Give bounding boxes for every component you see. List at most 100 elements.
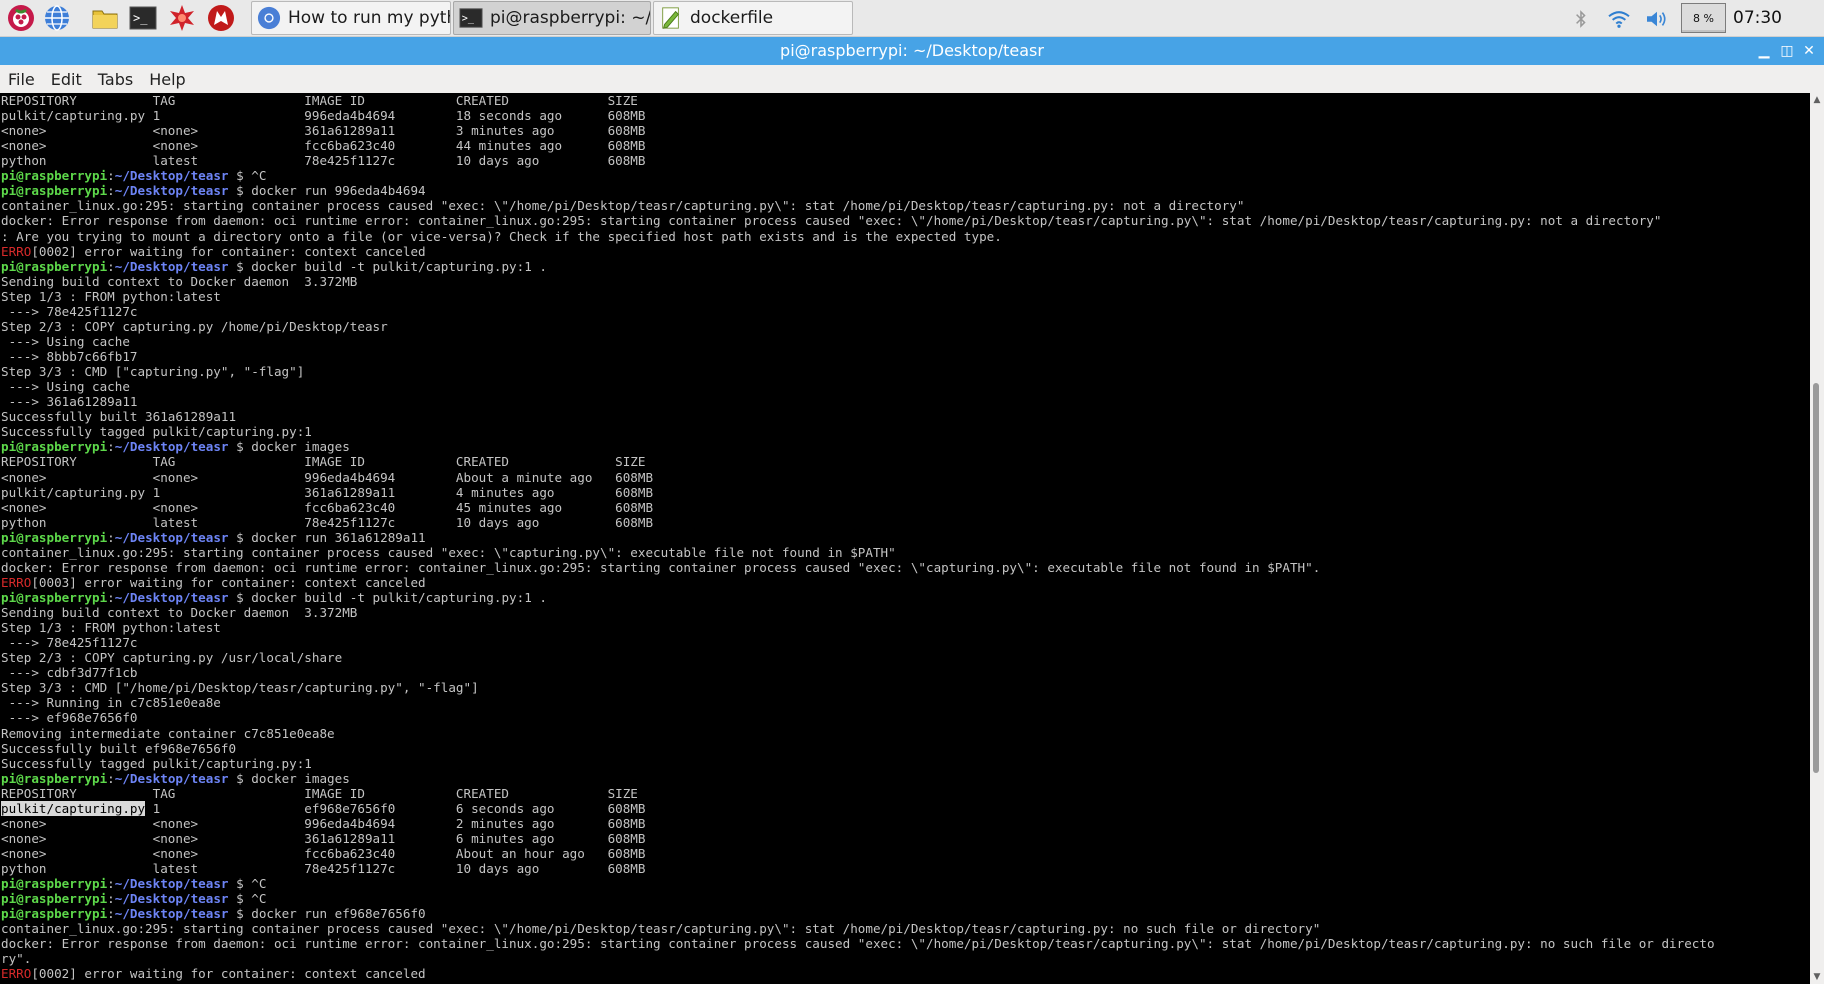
- output-line: Step 3/3 : CMD ["/home/pi/Desktop/teasr/…: [1, 680, 479, 696]
- taskbar-item-terminal[interactable]: >_ pi@raspberrypi: ~/De...: [453, 1, 651, 35]
- minimize-button[interactable]: ▁: [1752, 37, 1776, 65]
- prompt-path: ~/Desktop/teasr: [114, 183, 229, 199]
- prompt-user: pi@raspberrypi: [1, 168, 108, 184]
- maximize-button[interactable]: ◫: [1775, 37, 1799, 65]
- prompt-path: ~/Desktop/teasr: [114, 589, 229, 605]
- prompt-path: ~/Desktop/teasr: [114, 891, 229, 907]
- cpu-usage-text: 8 %: [1693, 12, 1714, 25]
- output-line: docker: Error response from daemon: oci …: [1, 936, 1715, 952]
- prompt-user: pi@raspberrypi: [1, 906, 108, 922]
- vertical-scrollbar[interactable]: ▲ ▼: [1810, 93, 1824, 984]
- prompt-separator: :: [107, 770, 115, 786]
- menu-file[interactable]: File: [8, 70, 35, 89]
- svg-text:>_: >_: [133, 11, 148, 25]
- output-line: <none> <none> 996eda4b4694 2 minutes ago…: [1, 815, 646, 831]
- taskbar-item-label: pi@raspberrypi: ~/De...: [490, 8, 650, 28]
- cpu-usage-bar: [1682, 29, 1725, 32]
- menu-edit[interactable]: Edit: [51, 70, 82, 89]
- taskbar-item-editor[interactable]: dockerfile: [653, 1, 853, 35]
- prompt-separator: :: [107, 589, 115, 605]
- output-line: python latest 78e425f1127c 10 days ago 6…: [1, 861, 646, 877]
- prompt-user: pi@raspberrypi: [1, 770, 108, 786]
- prompt-separator: :: [107, 529, 115, 545]
- prompt-symbol: $: [228, 183, 252, 199]
- output-line: Step 1/3 : FROM python:latest: [1, 620, 221, 636]
- output-line: container_linux.go:295: starting contain…: [1, 921, 1321, 937]
- bluetooth-icon[interactable]: [1570, 0, 1592, 37]
- prompt-path: ~/Desktop/teasr: [114, 770, 229, 786]
- scrollbar-thumb[interactable]: [1813, 383, 1819, 773]
- output-line: REPOSITORY TAG IMAGE ID CREATED SIZE: [1, 93, 638, 108]
- output-line: python latest 78e425f1127c 10 days ago 6…: [1, 514, 654, 530]
- output-line: ---> ef968e7656f0: [1, 710, 138, 726]
- prompt-line: pi@raspberrypi:~/Desktop/teasr $ docker …: [1, 439, 350, 454]
- output-line: Sending build context to Docker daemon 3…: [1, 605, 358, 621]
- math-kernel-icon[interactable]: [167, 3, 197, 33]
- error-tag: ERRO: [1, 966, 32, 982]
- prompt-separator: :: [107, 168, 115, 184]
- prompt-line: pi@raspberrypi:~/Desktop/teasr $ ^C: [1, 876, 266, 891]
- terminal-icon[interactable]: >_: [128, 3, 158, 33]
- scroll-up-icon[interactable]: ▲: [1810, 93, 1824, 107]
- prompt-line: pi@raspberrypi:~/Desktop/teasr $ ^C: [1, 891, 266, 906]
- output-line: container_linux.go:295: starting contain…: [1, 544, 896, 560]
- prompt-symbol: $: [228, 258, 252, 274]
- output-line: pulkit/capturing.py 1 996eda4b4694 18 se…: [1, 108, 646, 124]
- taskbar-item-browser[interactable]: How to run my pytho...: [251, 1, 451, 35]
- error-text: [0002] error waiting for container: cont…: [31, 966, 426, 982]
- output-line: ---> 78e425f1127c: [1, 635, 138, 651]
- output-line: ---> Using cache: [1, 333, 130, 349]
- wolfram-icon[interactable]: [206, 3, 236, 33]
- prompt-user: pi@raspberrypi: [1, 891, 108, 907]
- output-line: Successfully tagged pulkit/capturing.py:…: [1, 755, 312, 771]
- prompt-separator: :: [107, 183, 115, 199]
- output-line: python latest 78e425f1127c 10 days ago 6…: [1, 153, 646, 169]
- window-titlebar[interactable]: pi@raspberrypi: ~/Desktop/teasr ▁ ◫ ✕: [0, 37, 1824, 65]
- text-editor-icon: [658, 5, 684, 31]
- output-line: <none> <none> 361a61289a11 6 minutes ago…: [1, 830, 646, 846]
- prompt-line: pi@raspberrypi:~/Desktop/teasr $ docker …: [1, 530, 426, 545]
- output-line: pulkit/capturing.py 1 361a61289a11 4 min…: [1, 484, 654, 500]
- file-manager-icon[interactable]: [90, 3, 120, 33]
- web-browser-icon[interactable]: [42, 3, 72, 33]
- close-button[interactable]: ✕: [1797, 37, 1821, 65]
- volume-icon[interactable]: [1642, 0, 1672, 37]
- prompt-line: pi@raspberrypi:~/Desktop/teasr $ docker …: [1, 259, 547, 274]
- error-line: ERRO[0002] error waiting for container: …: [1, 966, 426, 981]
- prompt-path: ~/Desktop/teasr: [114, 258, 229, 274]
- selected-text: pulkit/capturing.py: [1, 800, 146, 816]
- output-line: ry".: [1, 951, 32, 967]
- menu-tabs[interactable]: Tabs: [98, 70, 133, 89]
- prompt-symbol: $: [228, 891, 252, 907]
- wifi-icon[interactable]: [1605, 0, 1633, 37]
- output-line: ---> Using cache: [1, 379, 130, 395]
- prompt-symbol: $: [228, 906, 252, 922]
- prompt-line: pi@raspberrypi:~/Desktop/teasr $ ^C: [1, 168, 266, 183]
- prompt-line: pi@raspberrypi:~/Desktop/teasr $ docker …: [1, 590, 547, 605]
- cpu-monitor[interactable]: 8 %: [1681, 3, 1726, 33]
- prompt-separator: :: [107, 876, 115, 892]
- terminal-icon: >_: [458, 5, 484, 31]
- prompt-symbol: $: [228, 589, 252, 605]
- output-line: Step 2/3 : COPY capturing.py /usr/local/…: [1, 650, 343, 666]
- clock[interactable]: 07:30: [1733, 0, 1782, 37]
- prompt-path: ~/Desktop/teasr: [114, 906, 229, 922]
- window-title: pi@raspberrypi: ~/Desktop/teasr: [780, 41, 1044, 60]
- error-line: ERRO[0003] error waiting for container: …: [1, 575, 426, 590]
- output-line: <none> <none> fcc6ba623c40 44 minutes ag…: [1, 138, 646, 154]
- scroll-down-icon[interactable]: ▼: [1810, 970, 1824, 984]
- output-line: Sending build context to Docker daemon 3…: [1, 273, 358, 289]
- output-line: Step 2/3 : COPY capturing.py /home/pi/De…: [1, 318, 388, 334]
- prompt-line: pi@raspberrypi:~/Desktop/teasr $ docker …: [1, 906, 426, 921]
- terminal-output[interactable]: REPOSITORY TAG IMAGE ID CREATED SIZE pulk…: [0, 93, 1810, 984]
- output-line: REPOSITORY TAG IMAGE ID CREATED SIZE: [1, 454, 646, 470]
- menu-help[interactable]: Help: [149, 70, 185, 89]
- error-text: [0002] error waiting for container: cont…: [31, 243, 426, 259]
- menu-icon[interactable]: [6, 3, 36, 33]
- output-line: Removing intermediate container c7c851e0…: [1, 725, 335, 741]
- output-line: docker: Error response from daemon: oci …: [1, 559, 1321, 575]
- output-line: Step 3/3 : CMD ["capturing.py", "-flag"]: [1, 364, 305, 380]
- output-line: ---> 78e425f1127c: [1, 303, 138, 319]
- output-line: ---> 8bbb7c66fb17: [1, 349, 138, 365]
- command-text: ^C: [251, 876, 267, 892]
